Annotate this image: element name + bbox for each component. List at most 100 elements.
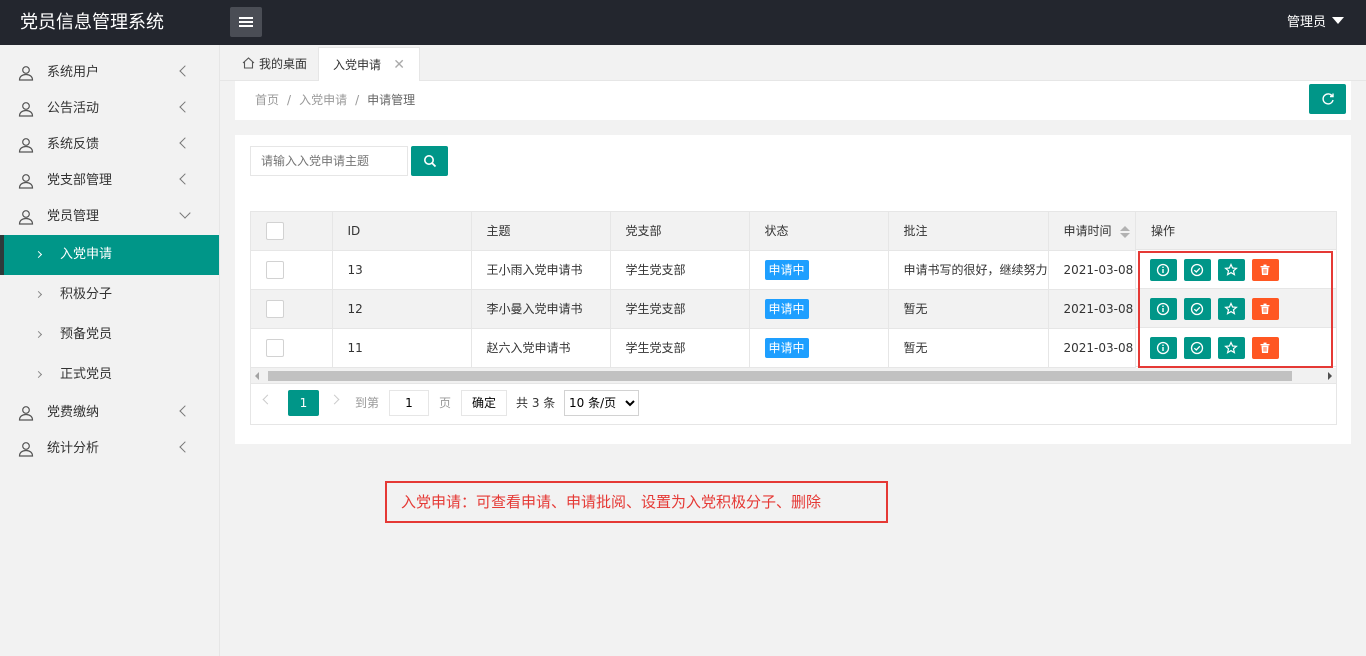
row-checkbox-cell[interactable] [251, 289, 333, 329]
user-name: 管理员 [1286, 15, 1326, 30]
table: ID 主题 党支部 状态 批注 申请时间 13 王小雨入党申请书 学生党支部 申… [251, 212, 1288, 368]
user-icon [18, 210, 34, 225]
sidebar-item-branch-management[interactable]: 党支部管理 [0, 163, 219, 199]
tab-home[interactable]: 我的桌面 [228, 47, 321, 81]
chevron-left-icon [181, 163, 189, 199]
column-header-branch: 党支部 [610, 212, 750, 251]
sidebar-subitem-probationary[interactable]: 预备党员 [0, 315, 219, 355]
chevron-left-icon [181, 91, 189, 127]
goto-confirm-button[interactable]: 确定 [461, 390, 507, 416]
tab-bar: 我的桌面 入党申请 ✕ [220, 45, 1366, 81]
approve-button[interactable] [1184, 298, 1211, 320]
row-checkbox[interactable] [266, 299, 284, 318]
refresh-button[interactable] [1309, 84, 1346, 114]
select-all-checkbox[interactable] [266, 221, 284, 240]
scroll-right-arrow-icon[interactable] [1328, 372, 1332, 380]
chevron-down-icon [181, 199, 189, 235]
horizontal-scrollbar[interactable] [251, 368, 1336, 383]
column-header-status: 状态 [749, 212, 889, 251]
sidebar-item-label: 系统用户 [47, 65, 100, 80]
row-checkbox[interactable] [266, 260, 284, 279]
ops-row [1136, 289, 1336, 328]
page-size-select[interactable]: 10 条/页 [564, 390, 639, 416]
list-card: ID 主题 党支部 状态 批注 申请时间 13 王小雨入党申请书 学生党支部 [235, 135, 1351, 444]
close-icon[interactable]: ✕ [393, 48, 405, 82]
sidebar-item-feedback[interactable]: 系统反馈 [0, 127, 219, 163]
sidebar-item-member-management[interactable]: 党员管理 [0, 199, 219, 235]
chevron-right-icon [34, 290, 43, 299]
chevron-left-icon [181, 127, 189, 163]
approve-button[interactable] [1184, 259, 1211, 281]
tab-home-label: 我的桌面 [259, 57, 308, 71]
row-checkbox[interactable] [266, 338, 284, 357]
top-header: 党员信息管理系统 管理员 [0, 0, 1366, 45]
sidebar: 系统用户 公告活动 系统反馈 党支部管理 党员管理 入党申请 积极分子 预备党员… [0, 45, 220, 656]
sidebar-subitem-label: 正式党员 [60, 367, 113, 382]
breadcrumb-level1[interactable]: 入党申请 [299, 93, 347, 107]
info-icon [1156, 263, 1170, 277]
set-activist-button[interactable] [1218, 337, 1245, 359]
sidebar-item-statistics[interactable]: 统计分析 [0, 431, 219, 467]
goto-page-input[interactable] [389, 390, 429, 416]
page-number-current[interactable]: 1 [288, 390, 319, 416]
approve-button[interactable] [1184, 337, 1211, 359]
cell-status: 申请中 [749, 289, 889, 329]
view-button[interactable] [1150, 298, 1177, 320]
goto-label: 到第 [355, 396, 380, 410]
breadcrumb-home[interactable]: 首页 [255, 93, 279, 107]
user-icon [18, 138, 34, 153]
search-input[interactable] [250, 146, 408, 176]
sidebar-item-label: 党员管理 [47, 209, 100, 224]
tab-application[interactable]: 入党申请 ✕ [318, 47, 420, 81]
next-page-icon[interactable] [329, 394, 340, 405]
breadcrumb-separator: / [355, 93, 360, 107]
row-checkbox-cell[interactable] [251, 250, 333, 290]
table-row: 13 王小雨入党申请书 学生党支部 申请中 申请书写的很好，继续努力 2021-… [251, 250, 1288, 290]
row-checkbox-cell[interactable] [251, 328, 333, 368]
sidebar-subitem-application[interactable]: 入党申请 [0, 235, 219, 275]
refresh-icon [1321, 93, 1334, 105]
header-checkbox-cell[interactable] [251, 212, 333, 251]
sidebar-item-system-users[interactable]: 系统用户 [0, 55, 219, 91]
cell-note: 申请书写的很好，继续努力 [888, 250, 1049, 290]
menu-toggle-button[interactable] [230, 7, 262, 37]
data-table: ID 主题 党支部 状态 批注 申请时间 13 王小雨入党申请书 学生党支部 申… [250, 211, 1337, 384]
view-button[interactable] [1150, 259, 1177, 281]
status-badge: 申请中 [764, 259, 809, 280]
delete-button[interactable] [1252, 298, 1279, 320]
breadcrumb: 首页 / 入党申请 / 申请管理 [255, 81, 415, 119]
sidebar-item-label: 系统反馈 [47, 137, 100, 152]
sidebar-item-dues[interactable]: 党费缴纳 [0, 395, 219, 431]
hamburger-icon [239, 17, 253, 27]
user-menu[interactable]: 管理员 [1287, 0, 1344, 45]
home-icon [242, 57, 255, 69]
check-circle-icon [1190, 341, 1204, 355]
cell-status: 申请中 [749, 250, 889, 290]
sidebar-subitem-activists[interactable]: 积极分子 [0, 275, 219, 315]
star-icon [1224, 341, 1238, 354]
column-header-id: ID [332, 212, 472, 251]
star-icon [1224, 263, 1238, 276]
set-activist-button[interactable] [1218, 298, 1245, 320]
user-icon [18, 174, 34, 189]
table-row: 11 赵六入党申请书 学生党支部 申请中 暂无 2021-03-08 01:15 [251, 328, 1288, 368]
breadcrumb-current: 申请管理 [367, 93, 416, 107]
search-button[interactable] [411, 146, 448, 176]
delete-button[interactable] [1252, 337, 1279, 359]
delete-button[interactable] [1252, 259, 1279, 281]
scroll-left-arrow-icon[interactable] [255, 372, 259, 380]
sidebar-item-announcements[interactable]: 公告活动 [0, 91, 219, 127]
sidebar-subitem-label: 预备党员 [60, 327, 113, 342]
sidebar-subitem-full-members[interactable]: 正式党员 [0, 355, 219, 395]
scrollbar-thumb[interactable] [268, 371, 1292, 381]
column-header-time-label: 申请时间 [1063, 224, 1112, 239]
set-activist-button[interactable] [1218, 259, 1245, 281]
view-button[interactable] [1150, 337, 1177, 359]
breadcrumb-separator: / [287, 93, 292, 107]
cell-note: 暂无 [888, 328, 1049, 368]
sort-icon[interactable] [1119, 225, 1130, 238]
prev-page-icon[interactable] [262, 394, 273, 405]
sidebar-item-label: 统计分析 [47, 441, 100, 456]
check-circle-icon [1190, 302, 1204, 316]
search-icon [423, 155, 436, 168]
